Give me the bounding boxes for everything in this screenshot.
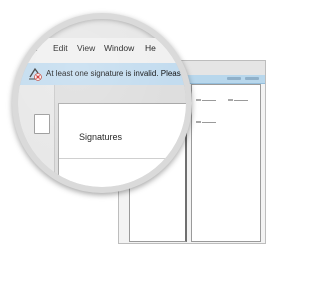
signatures-panel: Signatures xyxy=(58,103,186,187)
screenshot-stage: e Edit View Window He At least one signa… xyxy=(0,0,300,300)
invalid-signature-icon xyxy=(29,67,42,81)
signature-field-line xyxy=(202,100,216,101)
page-thumbnail-icon[interactable] xyxy=(34,114,50,134)
message-bar-button[interactable] xyxy=(245,77,259,80)
navigation-pane xyxy=(18,85,55,187)
document-page xyxy=(191,84,261,242)
menu-window[interactable]: Window xyxy=(104,43,134,53)
menu-view[interactable]: View xyxy=(77,43,95,53)
magnified-view: e Edit View Window He At least one signa… xyxy=(18,19,186,187)
signature-field-mark xyxy=(196,99,201,101)
magnifier-lens: e Edit View Window He At least one signa… xyxy=(18,19,186,187)
signature-field-mark xyxy=(196,121,201,123)
signature-warning-text: At least one signature is invalid. Pleas… xyxy=(46,69,186,78)
signature-message-bar: At least one signature is invalid. Pleas… xyxy=(18,63,186,86)
menu-edit[interactable]: Edit xyxy=(53,43,68,53)
message-bar-button[interactable] xyxy=(227,77,241,80)
signature-field-mark xyxy=(228,99,233,101)
signatures-panel-title: Signatures xyxy=(79,132,123,142)
panel-divider xyxy=(59,158,186,159)
signature-field-line xyxy=(234,100,248,101)
menu-file[interactable]: e xyxy=(33,43,38,53)
magnifier-glass: e Edit View Window He At least one signa… xyxy=(12,13,192,193)
signature-field-line xyxy=(202,122,216,123)
menu-help[interactable]: He xyxy=(145,43,156,53)
menu-bar: e Edit View Window He xyxy=(18,38,186,64)
